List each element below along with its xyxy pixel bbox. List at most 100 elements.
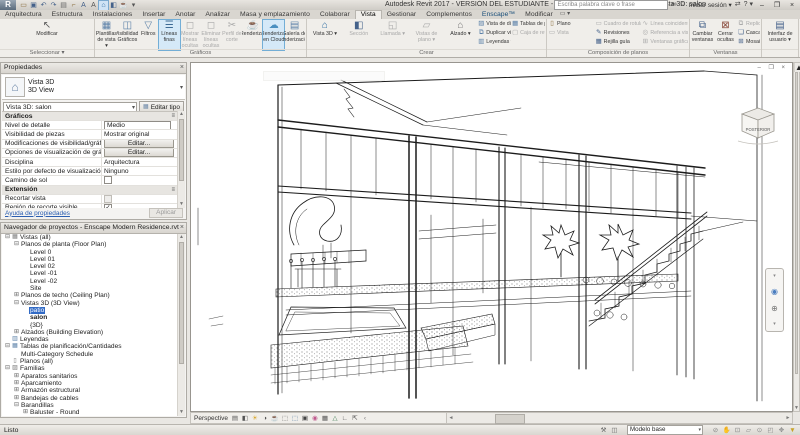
tree-item-planos-de-techo-ceiling-plan[interactable]: ⊞Planos de techo (Ceiling Plan) bbox=[2, 292, 178, 299]
ribbon-button-mosaico[interactable]: ⊞Mosaico bbox=[737, 38, 760, 46]
ribbon-button-vista-de-dise-o[interactable]: ▨Vista de diseño bbox=[477, 20, 511, 28]
property-value[interactable] bbox=[101, 195, 178, 203]
temporary-view-properties-icon[interactable]: ▦ bbox=[321, 414, 329, 422]
ribbon-button-cascada[interactable]: ❏Cascada bbox=[737, 29, 760, 37]
horizontal-scrollbar[interactable]: ◄ ► bbox=[447, 413, 792, 423]
tree-item-level-0[interactable]: Level 0 bbox=[2, 249, 178, 256]
help-search-input[interactable]: Escriba palabra clave o frase bbox=[554, 0, 668, 10]
full-navigation-wheel-icon[interactable]: ◉ bbox=[771, 287, 778, 296]
tree-item-3d[interactable]: {3D} bbox=[2, 322, 178, 329]
scrollbar-thumb[interactable] bbox=[495, 414, 525, 424]
tree-item-alzados-building-elevation[interactable]: ⊞Alzados (Building Elevation) bbox=[2, 329, 178, 336]
tree-item-salon[interactable]: salon bbox=[2, 314, 178, 321]
ribbon-button-replicar[interactable]: ⧉Replicar bbox=[737, 20, 760, 28]
ribbon-button-caja-de-referencia[interactable]: ▢Caja de referencia bbox=[511, 29, 545, 37]
customize-qat-icon[interactable]: ▾ bbox=[129, 1, 138, 10]
tree-item-planos-all[interactable]: ▯Planos (all) bbox=[2, 358, 178, 365]
tree-item-planos-de-planta-floor-plan[interactable]: ⊟Planos de planta (Floor Plan) bbox=[2, 241, 178, 248]
print-icon[interactable]: ▤ bbox=[59, 1, 68, 10]
reveal-constraints-icon[interactable]: ∟ bbox=[341, 414, 349, 422]
property-value[interactable] bbox=[101, 176, 178, 184]
vertical-scrollbar[interactable]: ▲ ▼ bbox=[793, 62, 800, 412]
browser-scrollbar[interactable]: ▲ ▼ bbox=[177, 234, 185, 416]
tab-masa-y-emplazamiento[interactable]: Masa y emplazamiento bbox=[235, 10, 315, 19]
tree-item-patio[interactable]: patio bbox=[2, 307, 178, 314]
view-cube[interactable]: POSTERIOR bbox=[736, 101, 780, 147]
close-icon[interactable]: × bbox=[180, 63, 184, 73]
crop-view-icon[interactable]: ⬚ bbox=[281, 414, 289, 422]
tree-item-armaz-n-estructural[interactable]: ⊞Armazón estructural bbox=[2, 387, 178, 394]
minimize-button[interactable]: – bbox=[756, 2, 768, 9]
tree-expander-icon[interactable]: ⊟ bbox=[13, 300, 20, 307]
detail-level-icon[interactable]: ▤ bbox=[231, 414, 239, 422]
ribbon-button-cuadro-de-rotulaci-n[interactable]: ▭Cuadro de rotulación bbox=[595, 20, 642, 28]
navbar-collapse-icon[interactable]: ▾ bbox=[773, 321, 776, 327]
exclude-options-icon[interactable]: ⊘ bbox=[711, 426, 720, 434]
tree-expander-icon[interactable]: ⊞ bbox=[13, 292, 20, 299]
visual-style-icon[interactable]: ◧ bbox=[241, 414, 249, 422]
ribbon-button-revisiones[interactable]: ✎Revisiones bbox=[595, 29, 642, 37]
ribbon-button-vista-3d[interactable]: ⌂Vista 3D ▾ bbox=[308, 20, 342, 50]
view-scale-label[interactable]: Perspective bbox=[194, 415, 228, 422]
tab-colaborar[interactable]: Colaborar bbox=[315, 10, 355, 19]
tree-item-level-01[interactable]: Level 01 bbox=[2, 256, 178, 263]
property-value[interactable]: Arquitectura bbox=[101, 158, 178, 166]
ribbon-button-alzado[interactable]: ⌂Alzado ▾ bbox=[443, 20, 477, 50]
undo-icon[interactable]: ↶ bbox=[39, 1, 48, 10]
zoom-icon[interactable]: ⊕ bbox=[771, 304, 778, 313]
render-dialog-icon[interactable]: ☕ bbox=[271, 414, 279, 422]
tree-expander-icon[interactable]: ⊟ bbox=[13, 241, 20, 248]
tree-item-level-02[interactable]: Level 02 bbox=[2, 263, 178, 270]
chevron-down-icon[interactable]: ▾ bbox=[180, 84, 183, 91]
property-section-gr-ficos[interactable]: Gráficos≡ bbox=[2, 112, 178, 121]
tree-expander-icon[interactable]: ⊟ bbox=[4, 234, 11, 241]
ribbon-button-ventanas-gr-ficas[interactable]: ⊞Ventanas gráficas ▾ bbox=[641, 38, 688, 46]
view-window-controls[interactable]: – ❐ × bbox=[757, 64, 788, 71]
show-analytical-icon[interactable]: △ bbox=[331, 414, 339, 422]
project-browser-header[interactable]: Navegador de proyectos - Enscape Modern … bbox=[1, 223, 186, 234]
ribbon-button-l-neas-finas[interactable]: ☰Líneas finas bbox=[159, 20, 180, 50]
ribbon-button-leyendas[interactable]: ▥Leyendas ▾ bbox=[477, 38, 511, 46]
ribbon-button-plantillas-de-vista[interactable]: ▦Plantillas de vista ▾ bbox=[96, 20, 117, 50]
ribbon-button-vista[interactable]: ▭Vista bbox=[548, 29, 595, 37]
filter-icon[interactable]: ▼ bbox=[788, 426, 797, 434]
tree-item-barandillas[interactable]: ⊟Barandillas bbox=[2, 402, 178, 409]
tree-item-vistas-all[interactable]: ⊟▦Vistas (all) bbox=[2, 234, 178, 241]
tree-item-vistas-3d-3d-view[interactable]: ⊟Vistas 3D (3D View) bbox=[2, 300, 178, 307]
ribbon-button-tablas-de-planificaci-n[interactable]: ▦Tablas de planificación ▾ bbox=[511, 20, 545, 28]
tab-instalaciones[interactable]: Instalaciones bbox=[88, 10, 138, 19]
ribbon-button-secci-n[interactable]: ◧Sección bbox=[342, 20, 376, 50]
select-pinned-icon[interactable]: ⊙ bbox=[755, 426, 764, 434]
tree-item-familias[interactable]: ⊟▨Familias bbox=[2, 365, 178, 372]
collapse-icon[interactable]: ‹ bbox=[361, 414, 369, 422]
section-collapse-icon[interactable]: ≡ bbox=[171, 187, 175, 193]
properties-scrollbar[interactable]: ▲ ▼ bbox=[177, 111, 185, 208]
select-by-face-icon[interactable]: ◰ bbox=[766, 426, 775, 434]
property-value[interactable]: Editar... bbox=[101, 140, 178, 148]
drag-on-selection-icon[interactable]: ✥ bbox=[777, 426, 786, 434]
tree-item-multi-category-schedule[interactable]: Multi-Category Schedule bbox=[2, 351, 178, 358]
show-crop-icon[interactable]: ⬚ bbox=[291, 414, 299, 422]
properties-help-link[interactable]: Ayuda de propiedades bbox=[2, 210, 70, 217]
ribbon-button-llamada[interactable]: ◱Llamada ▾ bbox=[376, 20, 410, 50]
text-icon[interactable]: A bbox=[89, 1, 98, 10]
search-icon[interactable]: ∞ bbox=[671, 0, 676, 10]
displacement-icon[interactable]: ⇱ bbox=[351, 414, 359, 422]
section-icon[interactable]: ◧ bbox=[109, 1, 118, 10]
aligned-dimension-icon[interactable]: A bbox=[79, 1, 88, 10]
ribbon-button-renderizar[interactable]: ☕Renderizar bbox=[242, 20, 263, 50]
tree-item-aparatos-sanitarios[interactable]: ⊞Aparatos sanitarios bbox=[2, 373, 178, 380]
tab-gestionar[interactable]: Gestionar bbox=[382, 10, 421, 19]
tab-vista[interactable]: Vista bbox=[355, 10, 382, 19]
property-section-extensi-n[interactable]: Extensión≡ bbox=[2, 186, 178, 195]
scroll-left-icon[interactable]: ◄ bbox=[447, 413, 455, 423]
tree-expander-icon[interactable]: ⊟ bbox=[4, 343, 11, 350]
tree-expander-icon[interactable]: ⊞ bbox=[13, 373, 20, 380]
star-icon[interactable]: ☆ bbox=[679, 0, 685, 10]
open-icon[interactable]: ▭ bbox=[19, 1, 28, 10]
sun-path-icon[interactable]: ☀ bbox=[251, 414, 259, 422]
panel-options-icon[interactable]: ▭ ▾ bbox=[560, 10, 570, 19]
ribbon-button-modificar[interactable]: ↖Modificar bbox=[30, 20, 64, 50]
tree-expander-icon[interactable]: ⊟ bbox=[13, 402, 20, 409]
ribbon-button-visibilidad-gr-ficos[interactable]: ◫Visibilidad/ Gráficos bbox=[117, 20, 138, 50]
